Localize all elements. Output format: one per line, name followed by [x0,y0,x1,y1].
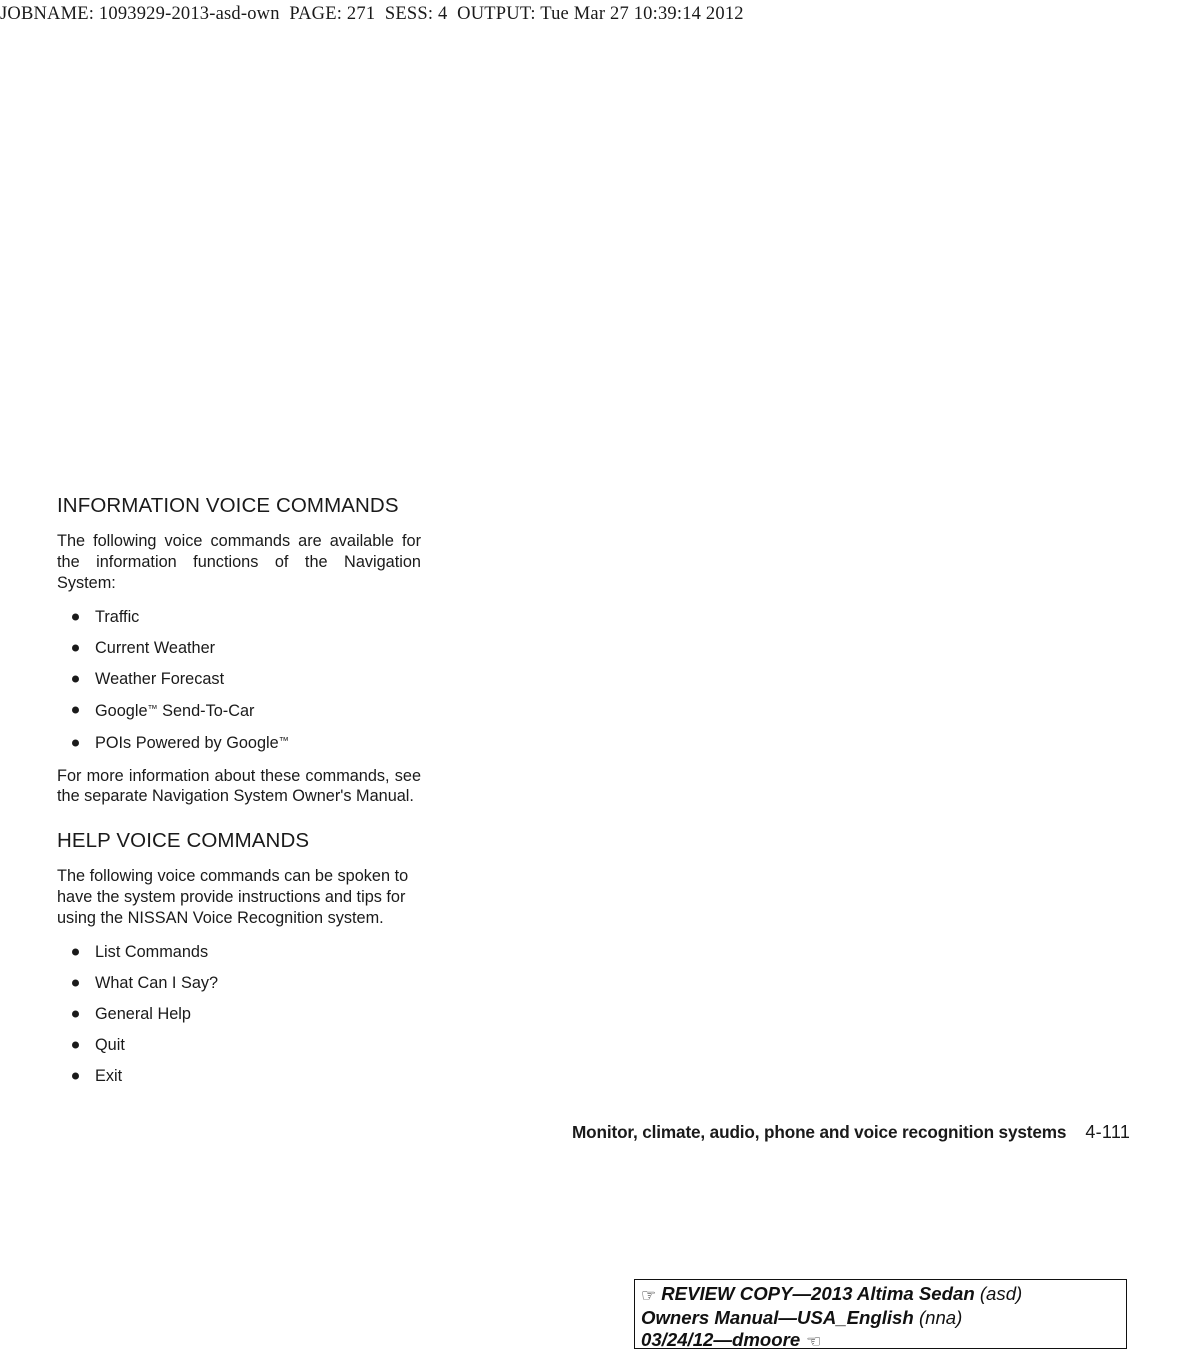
bullet-dot-icon [72,979,79,987]
bullet-dot-icon [72,1041,79,1049]
review-stamp-line-3: 03/24/12—dmoore ☜ [641,1329,1126,1353]
list-item: Current Weather [57,638,421,659]
page-footer: Monitor, climate, audio, phone and voice… [572,1122,1130,1143]
print-job-header: JOBNAME: 1093929-2013-asd-own PAGE: 271 … [0,4,744,24]
bullet-dot-icon [72,739,79,747]
bullet-dot-icon [72,1072,79,1080]
review-stamp-code-nna: (nna) [918,1307,963,1328]
list-item: What Can I Say? [57,973,421,994]
bullet-dot-icon [72,675,79,683]
bullet-list-help-commands: List Commands What Can I Say? General He… [57,942,421,1087]
review-stamp-date-author: 03/24/12—dmoore [641,1329,801,1350]
list-item-label: Weather Forecast [95,669,225,688]
footer-section-title: Monitor, climate, audio, phone and voice… [572,1122,1067,1142]
footer-page-number: 4-111 [1085,1122,1131,1142]
list-item: Traffic [57,607,421,628]
bullet-dot-icon [72,1010,79,1018]
section-intro-paragraph-information: The following voice commands are availab… [57,532,421,592]
text-column: INFORMATION VOICE COMMANDS The following… [57,494,421,1098]
bullet-dot-icon [72,948,79,956]
list-item-label: POIs Powered by Google™ [95,734,289,753]
list-item: Google™ Send-To-Car [57,700,421,722]
list-item: Exit [57,1066,421,1087]
list-item: POIs Powered by Google™ [57,732,421,754]
list-item: Weather Forecast [57,669,421,690]
bullet-dot-icon [72,644,79,652]
review-stamp-line-2: Owners Manual—USA_English (nna) [641,1307,1126,1329]
list-item-label: Exit [95,1066,123,1085]
list-item: List Commands [57,942,421,963]
hand-pointing-left-icon: ☜ [806,1332,822,1351]
list-item-label: List Commands [95,942,209,961]
bullet-dot-icon [72,706,79,714]
review-copy-stamp-box: ☞ REVIEW COPY—2013 Altima Sedan (asd) Own… [634,1279,1127,1351]
review-stamp-manual-name: Owners Manual—USA_English [641,1307,914,1328]
section-outro-paragraph-information: For more information about these command… [57,766,421,806]
hand-pointing-right-icon: ☞ [641,1286,657,1305]
bullet-list-information-commands: Traffic Current Weather Weather Forecast… [57,607,421,754]
review-stamp-code-asd: (asd) [979,1283,1023,1304]
review-stamp-title: REVIEW COPY—2013 Altima Sedan [661,1283,975,1304]
section-heading-help-voice-commands: HELP VOICE COMMANDS [57,829,310,853]
list-item-label: Traffic [95,607,140,626]
bullet-dot-icon [72,613,79,621]
section-heading-information-voice-commands: INFORMATION VOICE COMMANDS [57,494,399,517]
list-item: General Help [57,1004,421,1025]
review-stamp-line-1: ☞ REVIEW COPY—2013 Altima Sedan (asd) [641,1283,1126,1307]
list-item-label: General Help [95,1004,191,1023]
list-item-label: Current Weather [95,638,216,657]
list-item-label: Google™ Send-To-Car [95,701,255,720]
list-item: Quit [57,1035,421,1056]
list-item-label: Quit [95,1035,125,1054]
list-item-label: What Can I Say? [95,973,219,992]
section-intro-paragraph-help: The following voice commands can be spok… [57,867,409,927]
